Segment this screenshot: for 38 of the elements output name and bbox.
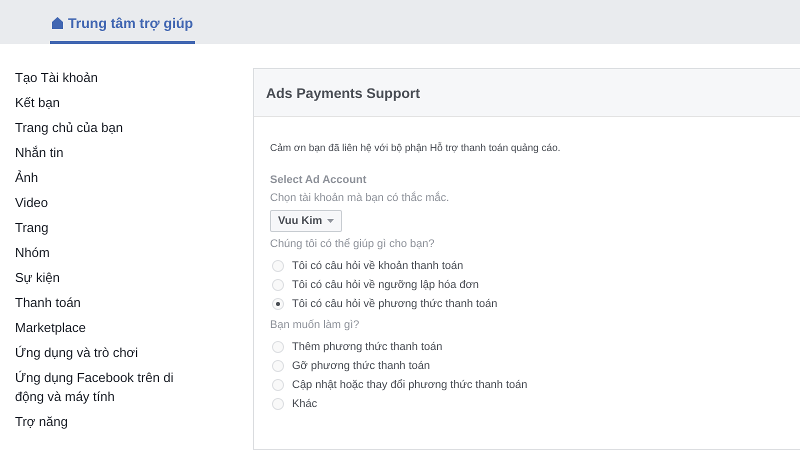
radio-button[interactable] [272, 340, 284, 352]
sidebar-item[interactable]: Marketplace [15, 318, 205, 337]
panel-title: Ads Payments Support [266, 84, 420, 100]
radio-option[interactable]: Thêm phương thức thanh toán [270, 337, 784, 356]
sidebar-item[interactable]: Ứng dụng Facebook trên di động và máy tính [15, 368, 205, 406]
help-center-tab[interactable]: Trung tâm trợ giúp [50, 10, 196, 44]
sidebar-item[interactable]: Nhóm [15, 243, 205, 262]
question-label: Bạn muốn làm gì? [270, 319, 360, 331]
radio-option[interactable]: Tôi có câu hỏi về ngưỡng lập hóa đơn [270, 275, 784, 294]
sidebar-item[interactable]: Trợ năng [15, 412, 205, 431]
sidebar-item[interactable]: Sự kiện [15, 268, 205, 287]
account-dropdown[interactable]: Vuu Kim [270, 210, 342, 232]
sidebar-item[interactable]: Tạo Tài khoản [15, 68, 205, 87]
sidebar-item[interactable]: Thanh toán [15, 293, 205, 312]
sidebar-item[interactable]: Ảnh [15, 168, 205, 187]
sidebar-item[interactable]: Ứng dụng và trò chơi [15, 343, 205, 362]
radio-button[interactable] [272, 298, 284, 310]
account-hint: Chọn tài khoản mà bạn có thắc mắc. [270, 192, 450, 204]
radio-button[interactable] [272, 278, 284, 290]
account-label: Select Ad Account [270, 174, 368, 186]
sidebar-item[interactable]: Video [15, 193, 205, 212]
radio-button[interactable] [272, 378, 284, 390]
radio-option[interactable]: Cập nhật hoặc thay đổi phương thức thanh toán [270, 375, 784, 394]
radio-button[interactable] [272, 398, 284, 410]
house-icon [52, 16, 63, 28]
sidebar-item[interactable]: Trang [15, 218, 205, 237]
sidebar-item[interactable]: Nhắn tin [15, 143, 205, 162]
caret-icon [327, 219, 334, 223]
intro-text: Cảm ơn bạn đã liên hệ với bộ phận Hỗ trợ thanh toán quảng cáo. [270, 143, 562, 154]
question-label: Chúng tôi có thể giúp gì cho bạn? [270, 238, 436, 250]
sidebar-item[interactable]: Trang chủ của bạn [15, 118, 205, 137]
radio-button[interactable] [272, 260, 284, 272]
radio-option[interactable]: Gỡ phương thức thanh toán [270, 356, 784, 375]
radio-option[interactable]: Tôi có câu hỏi về khoản thanh toán [270, 256, 784, 275]
radio-option[interactable]: Tôi có câu hỏi về phương thức thanh toán [270, 294, 784, 313]
radio-option[interactable]: Khác [270, 394, 784, 413]
radio-button[interactable] [272, 360, 284, 372]
sidebar-item[interactable]: Kết bạn [15, 93, 205, 112]
